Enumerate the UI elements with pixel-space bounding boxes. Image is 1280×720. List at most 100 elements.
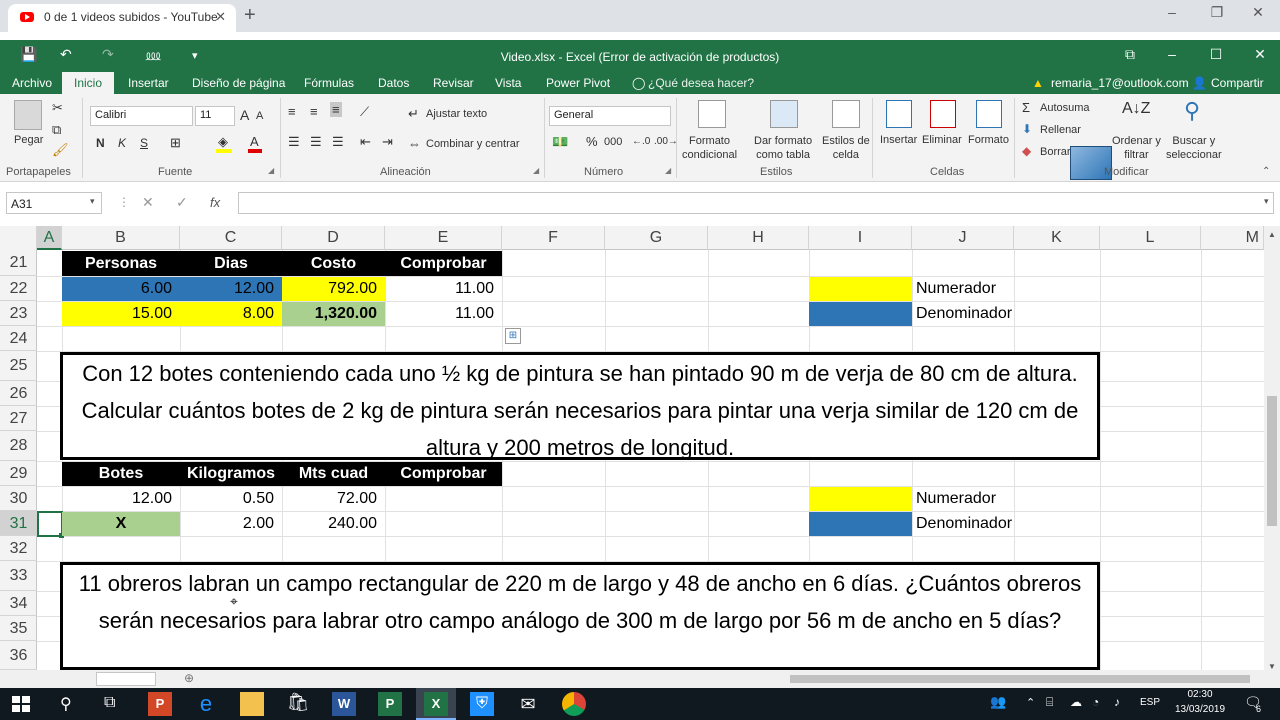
merge-center-icon[interactable]: ⇔: [408, 136, 421, 151]
security-icon[interactable]: ⛨: [470, 692, 494, 716]
number-format-select[interactable]: General: [549, 106, 671, 126]
row-header-36[interactable]: 36: [0, 641, 37, 670]
tab-revisar[interactable]: Revisar: [433, 76, 474, 90]
add-sheet-icon[interactable]: ⊕: [184, 671, 194, 685]
cell-b23[interactable]: 15.00: [62, 302, 180, 326]
column-header-m[interactable]: M: [1201, 226, 1264, 250]
percent-button[interactable]: %: [586, 134, 598, 149]
vertical-scrollbar[interactable]: ▲ ▼: [1264, 226, 1280, 676]
minimize-button[interactable]: –: [1152, 46, 1192, 62]
borders-icon[interactable]: ⊞: [170, 135, 181, 151]
cell-d30[interactable]: 72.00: [282, 487, 385, 511]
legend2-denominador[interactable]: Denominador: [914, 512, 1064, 536]
excel-taskbar-active[interactable]: X: [416, 688, 456, 720]
decrease-indent-icon[interactable]: ⇤: [360, 134, 371, 150]
sort-filter-button[interactable]: Ordenar y filtrar: [1112, 134, 1161, 162]
column-header-c[interactable]: C: [180, 226, 282, 250]
column-header-j[interactable]: J: [912, 226, 1014, 250]
onedrive-icon[interactable]: ☁: [1070, 695, 1082, 709]
maximize-button[interactable]: ☐: [1196, 46, 1236, 63]
cell-d23[interactable]: 1,320.00: [282, 302, 385, 326]
conditional-format-icon[interactable]: [698, 100, 726, 128]
sort-filter-icon[interactable]: A↓Z: [1122, 100, 1150, 118]
insert-cells-icon[interactable]: [886, 100, 912, 128]
browser-minimize-button[interactable]: –: [1152, 4, 1192, 20]
input-language[interactable]: ESP: [1140, 697, 1160, 708]
grow-font-button[interactable]: A: [240, 107, 249, 123]
cell-styles-icon[interactable]: [832, 100, 860, 128]
number-dialog-launcher-icon[interactable]: ◢: [665, 166, 671, 175]
column-header-h[interactable]: H: [708, 226, 809, 250]
cell-c31[interactable]: 2.00: [180, 512, 282, 536]
bold-button[interactable]: N: [96, 136, 105, 150]
autosum-icon[interactable]: Σ: [1022, 100, 1030, 115]
underline-button[interactable]: S: [140, 136, 148, 150]
problem1-text[interactable]: Con 12 botes conteniendo cada uno ½ kg d…: [60, 352, 1100, 460]
tab-formulas[interactable]: Fórmulas: [304, 76, 354, 90]
align-bottom-icon[interactable]: ≡: [330, 102, 342, 117]
column-header-l[interactable]: L: [1100, 226, 1201, 250]
row-header-25[interactable]: 25: [0, 351, 37, 381]
row-header-34[interactable]: 34: [0, 591, 37, 616]
cell-e30[interactable]: [385, 487, 502, 511]
align-left-icon[interactable]: ☰: [288, 134, 300, 150]
table1-header-personas[interactable]: Personas: [62, 251, 180, 276]
search-icon[interactable]: ⚲: [60, 694, 72, 714]
wifi-icon[interactable]: ◔: [1092, 695, 1099, 709]
row-header-21[interactable]: 21: [0, 250, 37, 276]
edge-icon[interactable]: e: [194, 692, 218, 716]
column-header-a[interactable]: A: [37, 226, 62, 250]
chrome-icon[interactable]: [562, 692, 586, 716]
tell-me-search[interactable]: ¿Qué desea hacer?: [648, 76, 754, 90]
quick-analysis-icon[interactable]: ⊞: [505, 328, 521, 344]
tab-datos[interactable]: Datos: [378, 76, 409, 90]
show-hidden-icons[interactable]: ⌃: [1026, 696, 1035, 709]
column-header-e[interactable]: E: [385, 226, 502, 250]
cell-e31[interactable]: [385, 512, 502, 536]
row-header-33[interactable]: 33: [0, 561, 37, 591]
table2-header-comprobar[interactable]: Comprobar: [385, 462, 502, 486]
column-header-k[interactable]: K: [1014, 226, 1100, 250]
align-middle-icon[interactable]: ≡: [310, 104, 318, 119]
fill-color-icon[interactable]: ◈: [218, 134, 228, 150]
row-header-23[interactable]: 23: [0, 301, 37, 326]
align-top-icon[interactable]: ≡: [288, 104, 296, 119]
autosum-button[interactable]: Autosuma: [1040, 102, 1090, 114]
increase-decimal-icon[interactable]: ←.0: [632, 136, 650, 147]
fill-button[interactable]: Rellenar: [1040, 124, 1081, 136]
clock-time[interactable]: 02:30: [1172, 689, 1228, 700]
clear-button[interactable]: Borrar: [1040, 146, 1071, 158]
browser-restore-button[interactable]: ❐: [1197, 4, 1237, 21]
column-header-f[interactable]: F: [502, 226, 605, 250]
mail-icon[interactable]: ✉: [516, 692, 540, 716]
fill-icon[interactable]: ⬇: [1022, 122, 1032, 136]
table2-header-kilogramos[interactable]: Kilogramos: [180, 462, 282, 486]
cancel-entry-icon[interactable]: ✕: [142, 194, 154, 211]
align-center-icon[interactable]: ☰: [310, 134, 322, 150]
formula-input[interactable]: [238, 192, 1274, 214]
store-icon[interactable]: 🛍: [286, 692, 310, 716]
decrease-decimal-icon[interactable]: .00→: [654, 136, 678, 147]
volume-icon[interactable]: ♪: [1114, 695, 1120, 709]
row-header-31[interactable]: 31: [0, 511, 37, 536]
cell-e23[interactable]: 11.00: [385, 302, 502, 326]
legend2-numerador[interactable]: Numerador: [914, 487, 1064, 511]
row-header-29[interactable]: 29: [0, 461, 37, 486]
shrink-font-button[interactable]: A: [256, 110, 263, 122]
row-header-30[interactable]: 30: [0, 486, 37, 511]
format-cells-icon[interactable]: [976, 100, 1002, 128]
row-header-27[interactable]: 27: [0, 406, 37, 431]
delete-cells-button[interactable]: Eliminar: [922, 134, 962, 146]
wrap-text-icon[interactable]: ↵: [408, 106, 419, 122]
browser-close-button[interactable]: ✕: [1238, 4, 1278, 21]
row-header-28[interactable]: 28: [0, 431, 37, 461]
find-select-icon[interactable]: ⚲: [1184, 98, 1200, 124]
tab-diseno-pagina[interactable]: Diseño de página: [192, 76, 285, 90]
paste-icon[interactable]: [14, 100, 42, 130]
wrap-text-button[interactable]: Ajustar texto: [426, 108, 487, 120]
paste-button-label[interactable]: Pegar: [14, 134, 43, 146]
share-button[interactable]: Compartir: [1211, 76, 1264, 90]
problem2-text[interactable]: 11 obreros labran un campo rectangular d…: [60, 562, 1100, 670]
font-dialog-launcher-icon[interactable]: ◢: [268, 166, 274, 175]
windows-start-icon[interactable]: [12, 696, 30, 712]
